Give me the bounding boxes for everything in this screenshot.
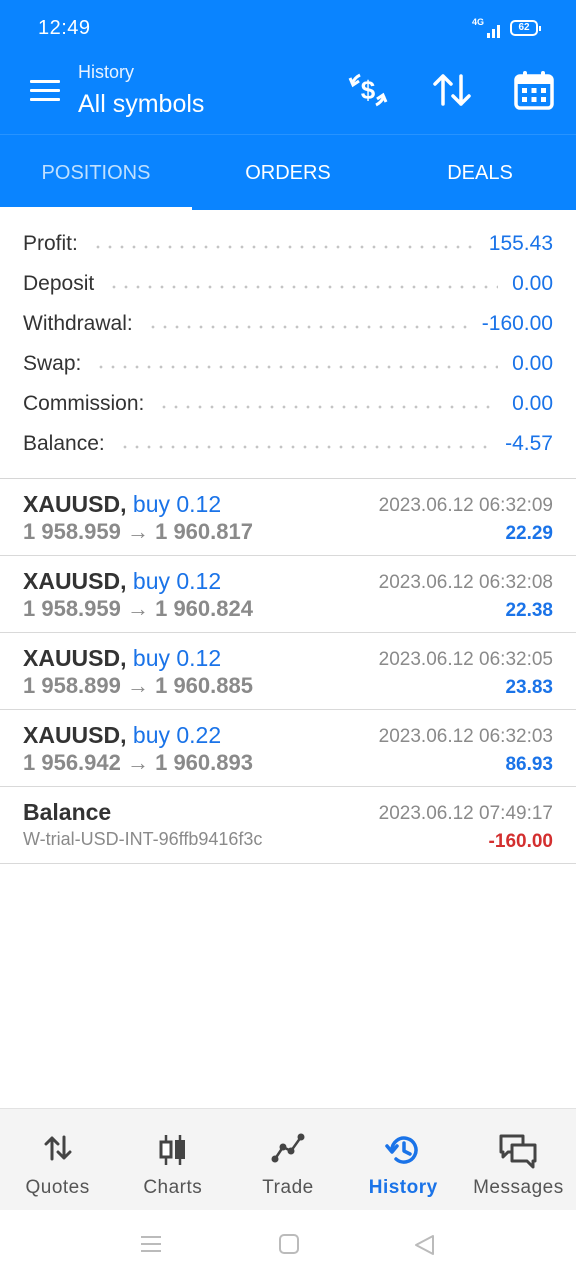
- battery-icon: 62: [510, 20, 541, 36]
- balance-label: Balance: [23, 799, 112, 825]
- charts-icon: [159, 1135, 185, 1165]
- dotted-leader: [108, 285, 499, 289]
- nav-label: Trade: [262, 1177, 314, 1198]
- deal-time: 2023.06.12 06:32:08: [378, 572, 553, 593]
- system-navigation-bar: [0, 1210, 576, 1280]
- summary-label: Balance:: [23, 432, 105, 455]
- deal-prices: 1 958.959 → 1 960.824: [23, 596, 253, 621]
- history-icon: [385, 1136, 418, 1164]
- balance-comment: W-trial-USD-INT-96ffb9416f3c: [23, 829, 263, 849]
- app-bar: 12:49 4G 62 History All symbols $ POSITI…: [0, 0, 576, 210]
- summary-value: 0.00: [512, 272, 553, 295]
- summary-label: Swap:: [23, 352, 82, 375]
- summary-value: 0.00: [512, 352, 553, 375]
- deal-side: buy 0.12: [132, 568, 222, 594]
- deal-side: buy 0.12: [132, 645, 222, 671]
- deal-time: 2023.06.12 06:32:03: [378, 726, 553, 747]
- deal-prices: 1 958.959 → 1 960.817: [23, 519, 253, 544]
- back-triangle-icon: [415, 1235, 434, 1255]
- currency-exchange-icon[interactable]: $: [346, 68, 390, 112]
- summary-row-withdrawal: Withdrawal: -160.00: [0, 304, 576, 344]
- deal-side: buy 0.12: [132, 491, 222, 517]
- deal-symbol: XAUUSD,: [23, 568, 127, 594]
- nav-label: Charts: [143, 1177, 203, 1198]
- summary-label: Withdrawal:: [23, 312, 133, 335]
- dotted-leader: [91, 245, 475, 249]
- tab-positions[interactable]: POSITIONS: [0, 135, 192, 210]
- quotes-icon: [44, 1135, 72, 1161]
- summary-panel: Profit: 155.43 Deposit 0.00 Withdrawal: …: [0, 224, 576, 464]
- menu-lines-icon: [141, 1236, 161, 1252]
- summary-value: 155.43: [488, 232, 553, 255]
- deal-symbol: XAUUSD,: [23, 645, 127, 671]
- back-button[interactable]: [413, 1234, 435, 1261]
- home-button[interactable]: [278, 1234, 300, 1259]
- summary-row-profit: Profit: 155.43: [0, 224, 576, 264]
- deal-prices: 1 956.942 → 1 960.893: [23, 750, 253, 775]
- summary-value: -4.57: [505, 432, 553, 455]
- tab-orders[interactable]: ORDERS: [192, 135, 384, 210]
- deal-time: 2023.06.12 06:32:09: [378, 495, 553, 516]
- summary-label: Commission:: [23, 392, 145, 415]
- dotted-leader: [158, 405, 499, 409]
- status-time: 12:49: [38, 17, 91, 39]
- bottom-navigation: Quotes Charts Trade History Messages: [0, 1108, 576, 1210]
- deal-row[interactable]: XAUUSD, buy 0.12 1 958.959 → 1 960.817 2…: [0, 479, 576, 556]
- trade-icon: [271, 1133, 305, 1163]
- summary-value: 0.00: [512, 392, 553, 415]
- deal-prices: 1 958.899 → 1 960.885: [23, 673, 253, 698]
- menu-button[interactable]: [30, 80, 60, 102]
- nav-quotes[interactable]: Quotes: [0, 1109, 115, 1210]
- recents-button[interactable]: [140, 1234, 162, 1259]
- deal-profit: 22.29: [505, 523, 553, 544]
- nav-trade[interactable]: Trade: [230, 1109, 345, 1210]
- nav-label: Messages: [473, 1177, 564, 1198]
- deal-profit: 86.93: [505, 754, 553, 775]
- summary-row-balance: Balance: -4.57: [0, 424, 576, 464]
- deal-symbol: XAUUSD,: [23, 491, 127, 517]
- deal-profit: 22.38: [505, 600, 553, 621]
- status-icons: 4G 62: [472, 18, 541, 38]
- nav-messages[interactable]: Messages: [461, 1109, 576, 1210]
- nav-charts[interactable]: Charts: [115, 1109, 230, 1210]
- square-icon: [279, 1234, 299, 1254]
- nav-history[interactable]: History: [346, 1109, 461, 1210]
- svg-text:$: $: [361, 75, 376, 105]
- page-subtitle: History: [78, 62, 135, 82]
- deal-profit: 23.83: [505, 677, 553, 698]
- summary-label: Deposit: [23, 272, 95, 295]
- summary-row-deposit: Deposit 0.00: [0, 264, 576, 304]
- summary-label: Profit:: [23, 232, 78, 255]
- signal-icon: 4G: [472, 18, 500, 38]
- deal-time: 2023.06.12 06:32:05: [378, 649, 553, 670]
- tab-deals[interactable]: DEALS: [384, 135, 576, 210]
- balance-time: 2023.06.12 07:49:17: [378, 803, 553, 824]
- nav-label: History: [368, 1177, 438, 1198]
- balance-amount: -160.00: [488, 831, 553, 852]
- page-title[interactable]: All symbols: [78, 90, 204, 119]
- deal-side: buy 0.22: [132, 722, 222, 748]
- deal-row[interactable]: XAUUSD, buy 0.22 1 956.942 → 1 960.893 2…: [0, 710, 576, 787]
- calendar-icon[interactable]: [512, 68, 556, 112]
- dotted-leader: [118, 445, 492, 449]
- dotted-leader: [146, 325, 468, 329]
- deal-symbol: XAUUSD,: [23, 722, 127, 748]
- deal-row[interactable]: XAUUSD, buy 0.12 1 958.899 → 1 960.885 2…: [0, 633, 576, 710]
- sort-icon[interactable]: [430, 68, 474, 112]
- nav-label: Quotes: [25, 1177, 90, 1198]
- balance-row[interactable]: Balance W-trial-USD-INT-96ffb9416f3c 202…: [0, 787, 576, 864]
- summary-row-swap: Swap: 0.00: [0, 344, 576, 384]
- dotted-leader: [95, 365, 499, 369]
- messages-icon: [499, 1134, 537, 1169]
- deal-row[interactable]: XAUUSD, buy 0.12 1 958.959 → 1 960.824 2…: [0, 556, 576, 633]
- summary-value: -160.00: [481, 312, 553, 335]
- history-tabs: POSITIONS ORDERS DEALS: [0, 134, 576, 210]
- summary-row-commission: Commission: 0.00: [0, 384, 576, 424]
